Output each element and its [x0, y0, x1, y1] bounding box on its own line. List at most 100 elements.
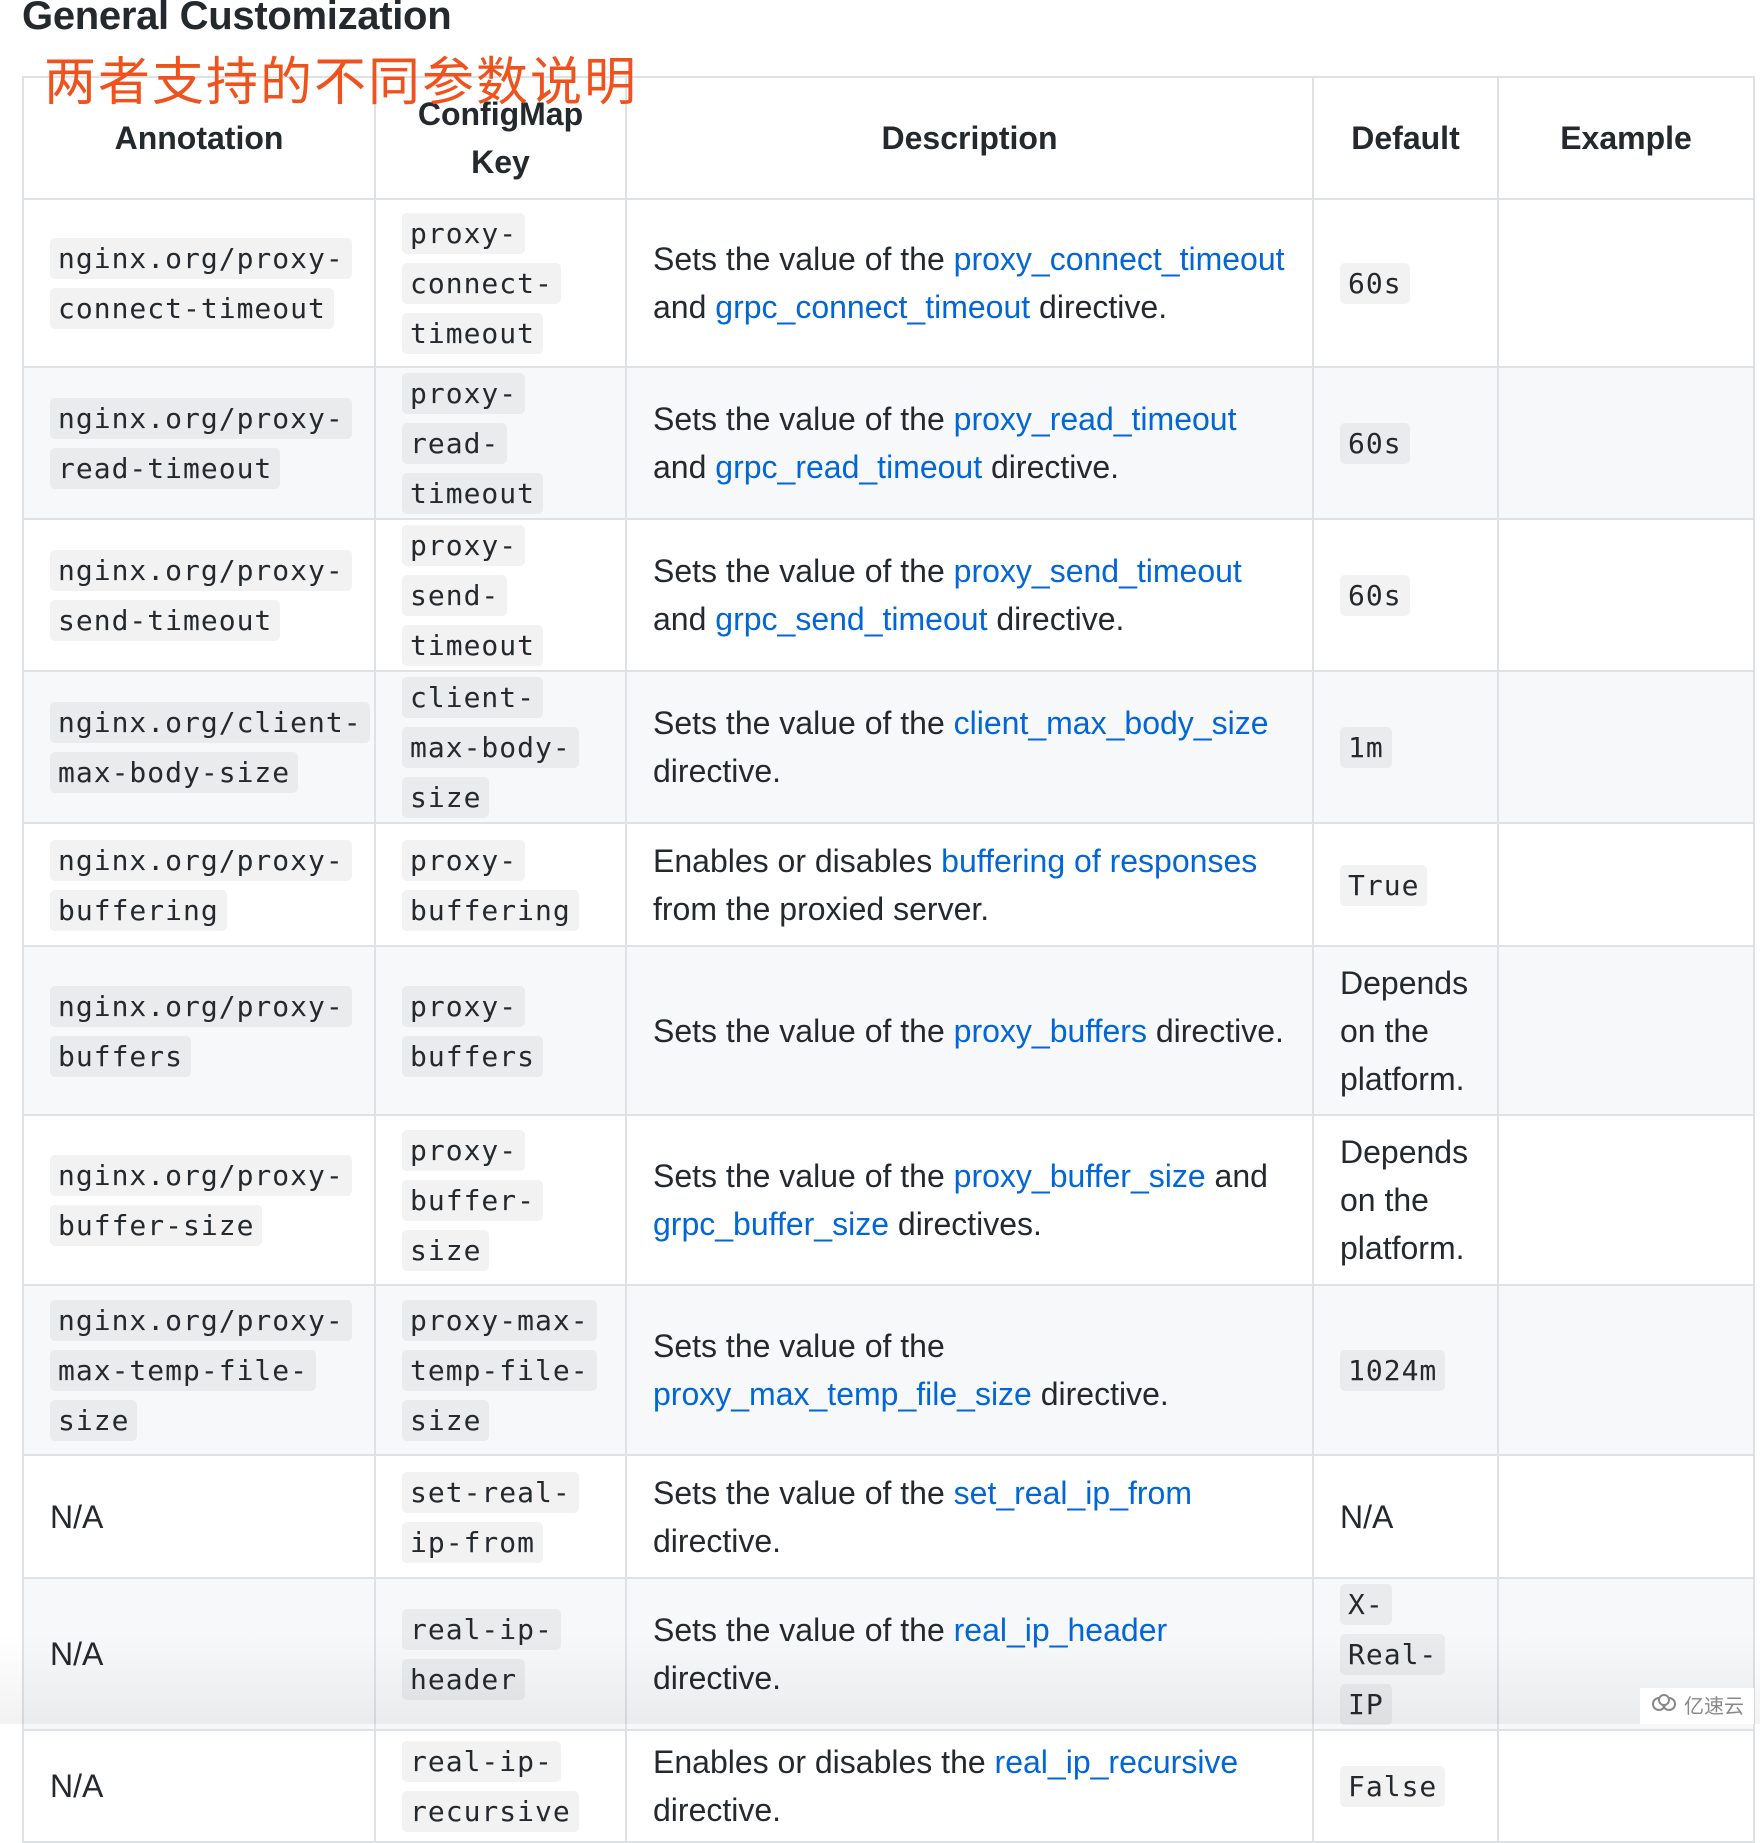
cell-annotation: N/A [22, 1454, 376, 1579]
cell-configmap-key: proxy-connect-timeout [374, 198, 627, 368]
annotation-value: nginx.org/proxy-send-timeout [50, 550, 352, 641]
configmap-key-value: proxy-buffer-size [402, 1130, 544, 1271]
directive-link[interactable]: grpc_buffer_size [653, 1206, 889, 1242]
configmap-key-value: proxy-read-timeout [402, 373, 544, 514]
annotation-value: nginx.org/client-max-body-size [50, 702, 370, 793]
directive-link[interactable]: proxy_read_timeout [954, 401, 1237, 437]
cell-annotation: N/A [22, 1577, 376, 1731]
cell-example [1497, 822, 1755, 947]
description-text: Sets the value of the [653, 401, 954, 437]
description-text: and [653, 449, 716, 485]
configmap-key-value: client-max-body-size [402, 677, 579, 818]
cell-configmap-key: client-max-body-size [374, 670, 627, 824]
table-row: nginx.org/proxy-buffer-size proxy-buffer-… [22, 1114, 1755, 1286]
annotation-value: nginx.org/proxy-connect-timeout [50, 238, 352, 329]
table-row: nginx.org/proxy-max-temp-file-size proxy-… [22, 1284, 1755, 1456]
cell-annotation: nginx.org/client-max-body-size [22, 670, 376, 824]
cell-description: Sets the value of the proxy_send_timeout… [625, 518, 1314, 672]
description-text: Enables or disables the [653, 1744, 995, 1780]
table-row: nginx.org/proxy-connect-timeout proxy-con… [22, 198, 1755, 368]
cell-example [1497, 1729, 1755, 1843]
default-value: Depends on the platform. [1340, 964, 1469, 1097]
configmap-key-value: real-ip-header [402, 1609, 561, 1700]
cell-example [1497, 670, 1755, 824]
description-text: Enables or disables [653, 842, 942, 879]
cell-description: Sets the value of the proxy_buffer_size … [625, 1114, 1314, 1286]
header-configmap-key-line2: Key [471, 144, 530, 180]
cell-configmap-key: proxy-max-temp-file-size [374, 1284, 627, 1456]
default-value: X-Real-IP [1340, 1584, 1446, 1725]
directive-link[interactable]: client_max_body_size [954, 705, 1269, 741]
directive-link[interactable]: proxy_send_timeout [954, 553, 1242, 589]
cell-description: Enables or disables the real_ip_recursiv… [625, 1729, 1314, 1843]
cell-default: 60s [1312, 198, 1499, 368]
page-title: General Customization [22, 0, 452, 38]
cell-description: Sets the value of the set_real_ip_from d… [625, 1454, 1314, 1579]
directive-link[interactable]: set_real_ip_from [954, 1475, 1192, 1511]
configmap-key-value: proxy-buffering [402, 839, 579, 931]
description-text: directive. [982, 449, 1120, 485]
directive-link[interactable]: proxy_buffer_size [954, 1158, 1206, 1194]
cell-configmap-key: proxy-read-timeout [374, 366, 627, 520]
header-example: Example [1497, 76, 1755, 200]
default-value: 1m [1340, 727, 1392, 768]
watermark-text: 亿速云 [1684, 1694, 1744, 1718]
annotation-value: nginx.org/proxy-buffer-size [50, 1155, 352, 1246]
cell-default: True [1312, 822, 1499, 947]
customization-table: Annotation ConfigMap Key Description Def… [22, 76, 1755, 1843]
description-text: and [1205, 1158, 1268, 1194]
description-text: directive. [1146, 1012, 1284, 1049]
cell-configmap-key: real-ip-header [374, 1577, 627, 1731]
description-text: Sets the value of the [653, 1474, 954, 1511]
cell-description: Enables or disables buffering of respons… [625, 822, 1314, 947]
directive-link[interactable]: proxy_connect_timeout [954, 241, 1285, 277]
default-value: 60s [1340, 263, 1410, 304]
table-body: nginx.org/proxy-connect-timeout proxy-con… [22, 198, 1755, 1843]
configmap-key-value: proxy-max-temp-file-size [402, 1300, 597, 1441]
cell-annotation: nginx.org/proxy-read-timeout [22, 366, 376, 520]
cell-example [1497, 1454, 1755, 1579]
configmap-key-value: proxy-connect-timeout [402, 213, 561, 354]
description-text: directive. [653, 1792, 782, 1828]
default-value: False [1340, 1766, 1446, 1807]
cell-annotation: nginx.org/proxy-max-temp-file-size [22, 1284, 376, 1456]
annotation-overlay-text: 两者支持的不同参数说明 [44, 53, 639, 113]
cell-description: Sets the value of the real_ip_header dir… [625, 1577, 1314, 1731]
cell-annotation: nginx.org/proxy-buffering [22, 822, 376, 947]
description-text: Sets the value of the [653, 1158, 954, 1194]
directive-link[interactable]: real_ip_recursive [995, 1744, 1239, 1780]
directive-link[interactable]: buffering of responses [941, 843, 1257, 879]
description-text: Sets the value of the [653, 1612, 954, 1648]
directive-link[interactable]: grpc_connect_timeout [715, 289, 1030, 325]
directive-link[interactable]: grpc_read_timeout [715, 449, 982, 485]
watermark: 亿速云 [1640, 1688, 1754, 1724]
description-text: Sets the value of the [653, 241, 954, 277]
cell-example [1497, 518, 1755, 672]
directive-link[interactable]: real_ip_header [954, 1612, 1168, 1648]
default-value: 60s [1340, 423, 1410, 464]
description-text: directive. [1031, 1376, 1169, 1412]
header-description: Description [625, 76, 1314, 200]
cell-default: Depends on the platform. [1312, 1114, 1499, 1286]
directive-link[interactable]: proxy_max_temp_file_size [653, 1376, 1032, 1412]
description-text: directives. [889, 1206, 1042, 1242]
cell-default: X-Real-IP [1312, 1577, 1499, 1731]
cell-example [1497, 366, 1755, 520]
directive-link[interactable]: grpc_send_timeout [715, 601, 987, 637]
cell-annotation: nginx.org/proxy-buffer-size [22, 1114, 376, 1286]
annotation-value: nginx.org/proxy-buffers [50, 985, 352, 1077]
cell-default: 1m [1312, 670, 1499, 824]
description-text: directive. [653, 753, 782, 789]
description-text: and [653, 601, 716, 637]
cell-default: 1024m [1312, 1284, 1499, 1456]
annotation-value: N/A [50, 1636, 104, 1672]
default-value: True [1340, 864, 1428, 906]
description-text: directive. [1030, 289, 1168, 325]
cell-configmap-key: set-real-ip-from [374, 1454, 627, 1579]
description-text: Sets the value of the [653, 1328, 945, 1364]
directive-link[interactable]: proxy_buffers [954, 1013, 1147, 1049]
table-row: nginx.org/client-max-body-size client-max… [22, 670, 1755, 824]
table-row: nginx.org/proxy-read-timeout proxy-read-t… [22, 366, 1755, 520]
cloud-logo-icon [1650, 1688, 1680, 1724]
table-row: nginx.org/proxy-buffering proxy-buffering… [22, 822, 1755, 947]
